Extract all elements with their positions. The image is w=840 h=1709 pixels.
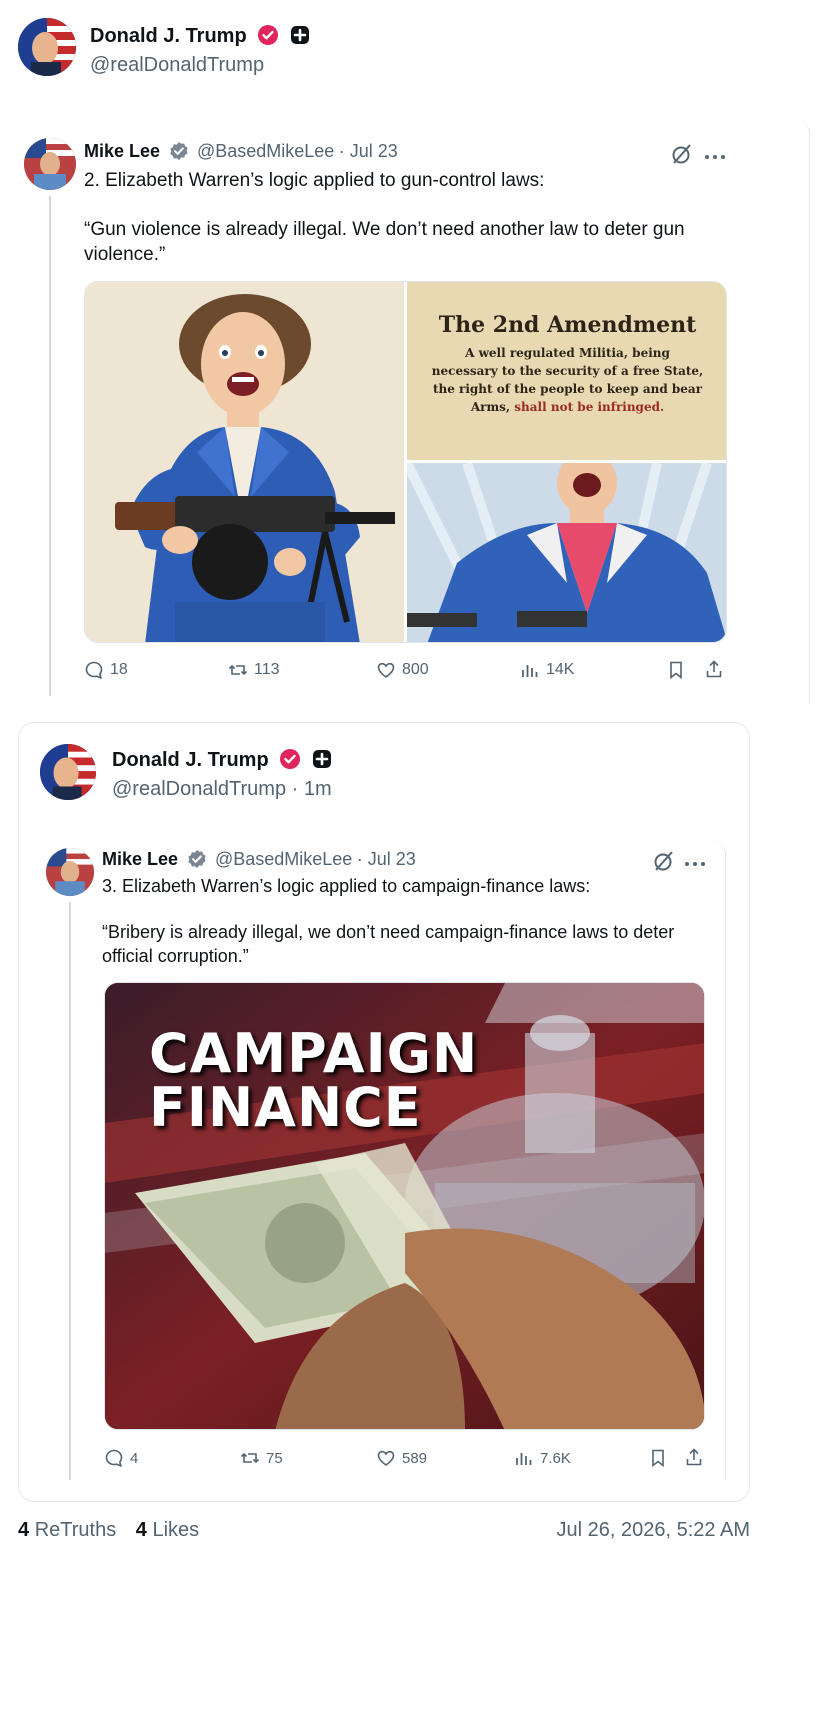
grok-icon[interactable] (652, 849, 676, 873)
verified-badge-icon (279, 748, 301, 770)
avatar[interactable] (18, 18, 76, 76)
share-icon (706, 660, 722, 678)
quote-author-handle[interactable]: @BasedMikeLee (215, 849, 352, 869)
views-icon (516, 1453, 532, 1465)
reply-count: 18 (110, 661, 128, 678)
author-handle[interactable]: @realDonaldTrump (90, 54, 264, 77)
reply-count: 4 (130, 1449, 139, 1467)
quote-date[interactable]: · Jul 23 (339, 141, 398, 161)
post-time[interactable]: · 1m (292, 778, 332, 800)
bookmark-icon (652, 1449, 664, 1468)
post-timestamp[interactable]: Jul 26, 2026, 5:22 AM (530, 1519, 750, 1542)
media-image[interactable]: The 2nd Amendment A well regulated Milit… (407, 282, 726, 460)
thread-line (69, 902, 71, 1480)
like-button[interactable]: 800 (376, 660, 429, 680)
views-icon (522, 665, 538, 677)
reply-icon (105, 1449, 123, 1467)
quote-author-handle[interactable]: @BasedMikeLee (197, 141, 334, 161)
share-icon (686, 1448, 702, 1466)
amendment-line: A well regulated Militia, being (465, 346, 670, 360)
views-button[interactable]: 14K (520, 660, 574, 680)
verified-badge-icon (169, 141, 189, 161)
media-image[interactable] (85, 282, 404, 642)
likes-link[interactable]: 4 Likes (136, 1519, 199, 1541)
retweet-icon (240, 1452, 260, 1464)
retweet-button[interactable]: 75 (240, 1448, 283, 1468)
retweet-button[interactable]: 113 (228, 660, 280, 680)
amendment-line: the right of the people to keep and bear (432, 382, 703, 396)
retweet-count: 113 (254, 661, 280, 678)
amendment-title: The 2nd Amendment (438, 312, 697, 338)
avatar[interactable] (46, 848, 94, 896)
media-grid[interactable]: The 2nd Amendment A well regulated Milit… (84, 281, 727, 643)
plus-badge-icon (290, 25, 310, 45)
like-count: 589 (402, 1449, 428, 1467)
views-button[interactable]: 7.6K (514, 1448, 571, 1468)
quote-date[interactable]: · Jul 23 (357, 849, 416, 869)
retruths-label: ReTruths (34, 1519, 117, 1541)
bookmark-icon (670, 661, 682, 680)
verified-badge-icon (187, 849, 207, 869)
bookmark-button[interactable] (648, 1448, 668, 1468)
quote-text-body: “Bribery is already illegal, we don’t ne… (102, 922, 675, 966)
like-count: 800 (402, 661, 429, 678)
share-button[interactable] (704, 659, 724, 679)
quote-text-body: “Gun violence is already illegal. We don… (84, 219, 685, 265)
avatar[interactable] (40, 744, 96, 800)
likes-count: 4 (135, 1519, 147, 1541)
media-image[interactable]: CAMPAIGN FINANCE (104, 982, 705, 1430)
more-icon[interactable] (704, 148, 726, 159)
share-button[interactable] (684, 1447, 704, 1467)
retweet-count: 75 (266, 1449, 283, 1467)
quote-author-name[interactable]: Mike Lee (84, 141, 160, 161)
more-icon[interactable] (684, 855, 706, 866)
retweet-icon (228, 664, 248, 676)
verified-badge-icon (257, 24, 279, 46)
amendment-line: Arms, (470, 400, 515, 414)
image-title-line: CAMPAIGN (149, 1022, 479, 1085)
media-image[interactable] (402, 451, 726, 642)
quote-text: 2. Elizabeth Warren’s logic applied to g… (84, 170, 545, 191)
views-count: 14K (546, 661, 575, 678)
author-name[interactable]: Donald J. Trump (90, 25, 247, 47)
reply-button[interactable]: 18 (84, 660, 128, 680)
quote-text: 3. Elizabeth Warren’s logic applied to c… (102, 876, 591, 896)
retruths-count: 4 (18, 1519, 30, 1541)
author-handle[interactable]: @realDonaldTrump (112, 778, 286, 800)
avatar[interactable] (24, 138, 76, 190)
likes-label: Likes (152, 1519, 200, 1541)
views-count: 7.6K (540, 1449, 571, 1467)
bookmark-button[interactable] (666, 660, 686, 680)
author-name[interactable]: Donald J. Trump (112, 749, 269, 771)
thread-line (49, 196, 51, 696)
heart-icon (377, 662, 395, 678)
reply-icon (85, 661, 103, 679)
retruths-link[interactable]: 4 ReTruths (18, 1519, 116, 1541)
amendment-highlight: shall not be infringed. (514, 400, 665, 414)
quote-author-name[interactable]: Mike Lee (102, 849, 178, 869)
amendment-line: necessary to the security of a free Stat… (431, 364, 704, 378)
heart-icon (377, 1450, 395, 1466)
reply-button[interactable]: 4 (104, 1448, 138, 1468)
plus-badge-icon (312, 749, 332, 769)
image-title-line: FINANCE (149, 1076, 422, 1139)
grok-icon[interactable] (670, 142, 694, 166)
like-button[interactable]: 589 (376, 1448, 427, 1468)
